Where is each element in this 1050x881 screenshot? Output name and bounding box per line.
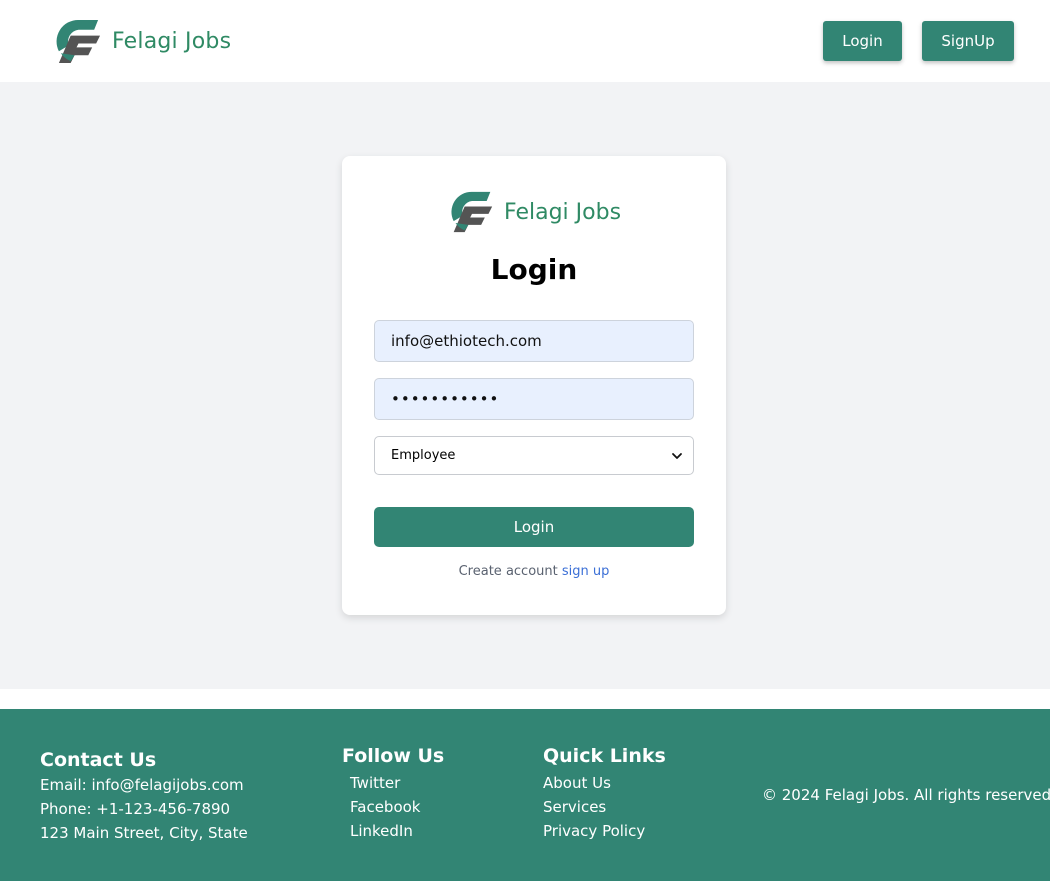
contact-heading: Contact Us — [40, 749, 157, 771]
chevron-down-icon — [672, 452, 682, 459]
top-navbar: Felagi Jobs Login SignUp — [0, 0, 1050, 82]
privacy-policy-link[interactable]: Privacy Policy — [543, 819, 666, 843]
services-link[interactable]: Services — [543, 795, 666, 819]
follow-heading: Follow Us — [342, 745, 445, 767]
quick-links-heading: Quick Links — [543, 745, 666, 767]
main-content: Felagi Jobs Login Employee Login Create … — [0, 82, 1050, 689]
contact-phone: Phone: +1-123-456-7890 — [40, 800, 231, 818]
login-submit-button[interactable]: Login — [374, 507, 694, 547]
role-select-value: Employee — [391, 448, 456, 463]
facebook-link[interactable]: Facebook — [342, 795, 444, 819]
login-title: Login — [490, 253, 578, 286]
contact-email: Email: info@felagijobs.com — [40, 776, 244, 794]
footer-follow: Follow Us Twitter Facebook LinkedIn — [342, 745, 444, 843]
felagi-logo-icon — [451, 191, 493, 233]
footer: Contact Us Email: info@felagijobs.com Ph… — [0, 709, 1050, 881]
about-us-link[interactable]: About Us — [543, 771, 666, 795]
felagi-logo-icon — [56, 19, 101, 64]
brand-name: Felagi Jobs — [112, 29, 232, 54]
nav-login-button[interactable]: Login — [823, 21, 902, 61]
brand-logo-link[interactable]: Felagi Jobs — [55, 18, 231, 65]
signup-prompt-text: Create account — [458, 564, 558, 579]
email-field[interactable] — [374, 320, 694, 362]
login-card: Felagi Jobs Login Employee Login Create … — [342, 156, 726, 615]
role-select[interactable]: Employee — [374, 436, 694, 475]
copyright-text: © 2024 Felagi Jobs. All rights reserved. — [762, 786, 1050, 804]
contact-address: 123 Main Street, City, State — [40, 824, 248, 842]
signup-prompt: Create account sign up — [342, 564, 726, 579]
linkedin-link[interactable]: LinkedIn — [342, 819, 444, 843]
nav-signup-button[interactable]: SignUp — [922, 21, 1014, 61]
card-brand: Felagi Jobs — [450, 190, 621, 234]
signup-link[interactable]: sign up — [562, 564, 610, 579]
footer-quick-links: Quick Links About Us Services Privacy Po… — [543, 745, 666, 843]
footer-contact: Contact Us Email: info@felagijobs.com Ph… — [40, 749, 248, 845]
card-brand-name: Felagi Jobs — [504, 199, 622, 225]
twitter-link[interactable]: Twitter — [342, 771, 444, 795]
password-field[interactable] — [374, 378, 694, 420]
